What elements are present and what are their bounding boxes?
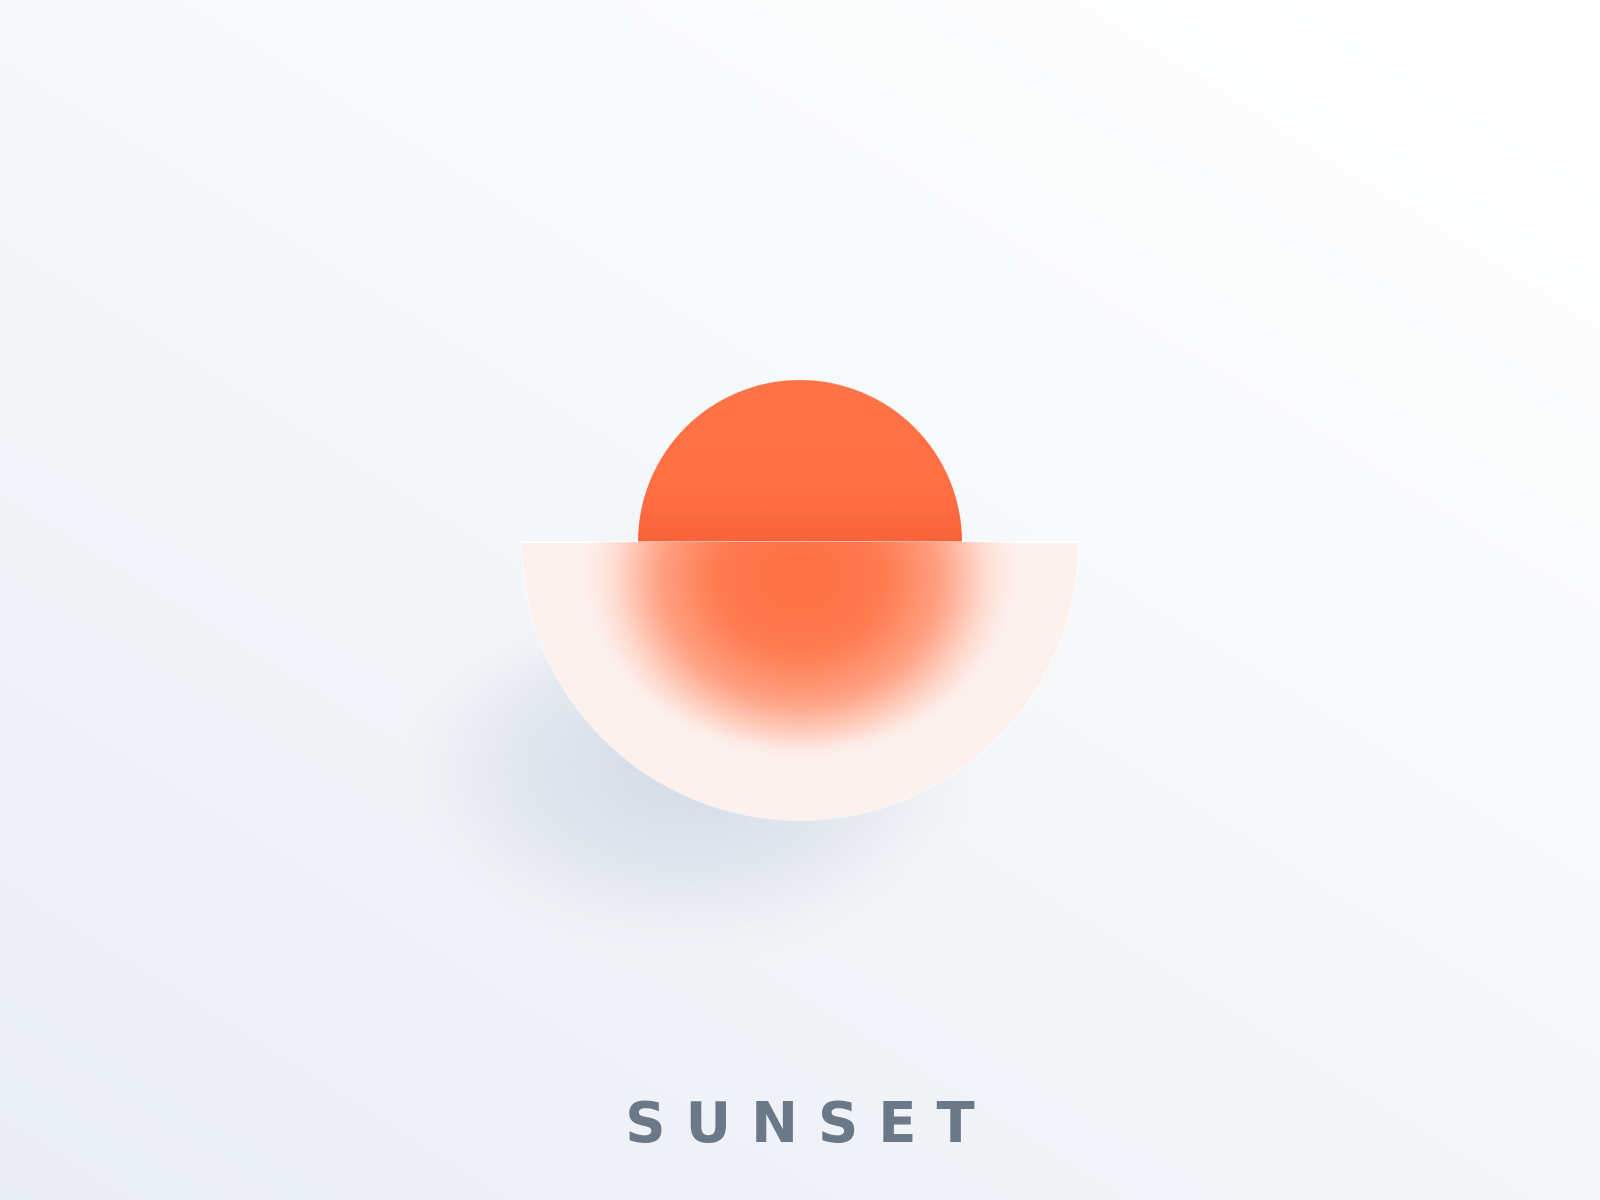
sunset-title: SUNSET xyxy=(625,1091,995,1156)
sun-half-circle xyxy=(638,380,962,542)
artboard: SUNSET xyxy=(0,0,1600,1200)
sun-reflection-glow xyxy=(592,542,1008,748)
